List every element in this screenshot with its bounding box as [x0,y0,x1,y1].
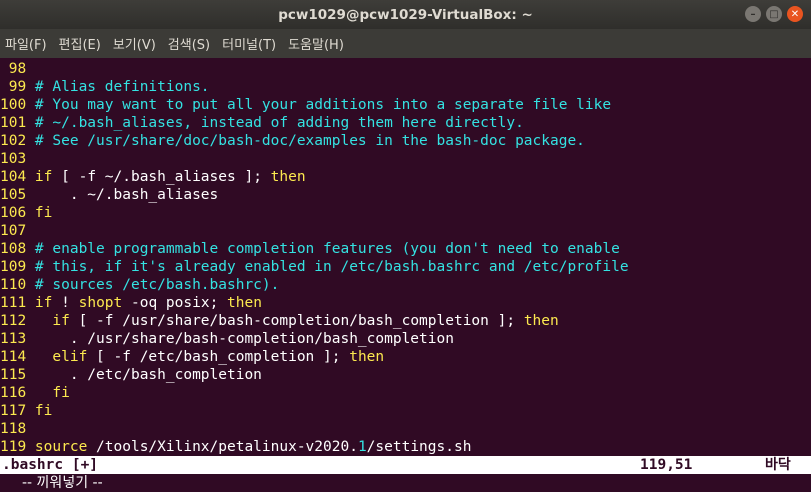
comment-text: 1 [357,439,367,455]
menu-bar: 파일(F) 편집(E) 보기(V) 검색(S) 터미널(T) 도움말(H) [0,29,811,58]
code-line: 110 # sources /etc/bash.bashrc). [0,276,279,294]
line-number: 106 [0,205,27,221]
code-text: . /etc/bash_completion [26,367,262,383]
code-line: 100 # You may want to put all your addit… [0,96,611,114]
line-number: 99 [0,79,27,95]
code-line: 117 fi [0,402,52,420]
menu-search[interactable]: 검색(S) [163,34,217,53]
keyword-text: then [270,169,306,185]
code-line: 112 if [ -f /usr/share/bash-completion/b… [0,312,559,330]
status-filename: .bashrc [+] [2,457,99,473]
code-line: 107 [0,222,26,240]
code-line: 118 [0,420,26,438]
keyword-text: then [227,295,262,311]
code-line: 109 # this, if it's already enabled in /… [0,258,629,276]
line-number: 113 [0,331,27,347]
code-line: 115 . /etc/bash_completion [0,366,262,384]
code-text: -oq posix; [122,295,228,311]
code-text: ! [52,295,79,311]
comment-text: # this, if it's already enabled in /etc/… [26,259,629,275]
code-line: 99 # Alias definitions. [0,78,210,96]
code-line: 98 [0,60,26,78]
line-number: 109 [0,259,27,275]
code-line: 119 source /tools/Xilinx/petalinux-v2020… [0,438,471,456]
keyword-text: if [26,295,53,311]
window-controls: – □ ✕ [745,6,803,22]
maximize-button[interactable]: □ [766,6,782,22]
line-number: 115 [0,367,27,383]
line-number: 108 [0,241,27,257]
code-line: 105 . ~/.bash_aliases [0,186,218,204]
keyword-text: fi [26,403,53,419]
keyword-text: elif [26,349,88,365]
line-number: 117 [0,403,27,419]
window-titlebar: pcw1029@pcw1029-VirtualBox: ~ – □ ✕ [0,0,811,29]
minimize-button[interactable]: – [745,6,761,22]
comment-text: # You may want to put all your additions… [26,97,612,113]
keyword-text: then [523,313,559,329]
status-scroll-position: 바닥 [765,457,791,473]
window-title: pcw1029@pcw1029-VirtualBox: ~ [278,6,533,23]
line-number: 110 [0,277,27,293]
keyword-text: if [26,169,53,185]
menu-terminal[interactable]: 터미널(T) [217,34,283,53]
code-line: 114 elif [ -f /etc/bash_completion ]; th… [0,348,384,366]
line-number: 118 [0,421,27,437]
keyword-text: fi [26,205,53,221]
vim-mode-line: -- 끼워넣기 -- [22,475,103,491]
terminal-area[interactable]: 98 99 # Alias definitions. 100 # You may … [0,58,811,479]
keyword-text: then [349,349,385,365]
comment-text: # Alias definitions. [26,79,210,95]
line-number: 114 [0,349,27,365]
code-line: 113 . /usr/share/bash-completion/bash_co… [0,330,454,348]
code-line: 111 if ! shopt -oq posix; then [0,294,262,312]
line-number: 104 [0,169,27,185]
line-number: 112 [0,313,27,329]
menu-view[interactable]: 보기(V) [108,34,163,53]
code-text: . /usr/share/bash-completion/bash_comple… [26,331,454,347]
code-text: [ -f /etc/bash_completion ]; [87,349,350,365]
code-line: 116 fi [0,384,70,402]
comment-text: # sources /etc/bash.bashrc). [26,277,280,293]
line-number: 111 [0,295,27,311]
status-cursor-position: 119,51 [640,457,693,473]
menu-edit[interactable]: 편집(E) [54,34,108,53]
code-line: 106 fi [0,204,52,222]
code-text: [ -f /usr/share/bash-completion/bash_com… [69,313,524,329]
code-line: 103 [0,150,26,168]
code-line: 101 # ~/.bash_aliases, instead of adding… [0,114,524,132]
line-number: 102 [0,133,27,149]
code-text: . ~/.bash_aliases [26,187,219,203]
comment-text: # ~/.bash_aliases, instead of adding the… [26,115,524,131]
code-text: /tools/Xilinx/petalinux-v2020. [87,439,358,455]
line-number: 98 [0,61,27,77]
keyword-text: fi [26,385,70,401]
line-number: 116 [0,385,27,401]
vim-status-bar: .bashrc [+] 119,51 바닥 [0,456,811,474]
keyword-text: source [26,439,88,455]
comment-text: # enable programmable completion feature… [26,241,620,257]
comment-text: # See /usr/share/doc/bash-doc/examples i… [26,133,585,149]
line-number: 105 [0,187,27,203]
keyword-text: if [26,313,70,329]
line-number: 101 [0,115,27,131]
line-number: 119 [0,439,27,455]
code-text: /settings.sh [366,439,472,455]
line-number: 103 [0,151,27,167]
line-number: 100 [0,97,27,113]
line-number: 107 [0,223,27,239]
code-line: 108 # enable programmable completion fea… [0,240,620,258]
close-button[interactable]: ✕ [787,6,803,22]
code-line: 104 if [ -f ~/.bash_aliases ]; then [0,168,306,186]
menu-help[interactable]: 도움말(H) [283,34,351,53]
keyword-text: shopt [78,295,123,311]
menu-file[interactable]: 파일(F) [0,34,54,53]
code-line: 102 # See /usr/share/doc/bash-doc/exampl… [0,132,585,150]
code-text: [ -f ~/.bash_aliases ]; [52,169,271,185]
